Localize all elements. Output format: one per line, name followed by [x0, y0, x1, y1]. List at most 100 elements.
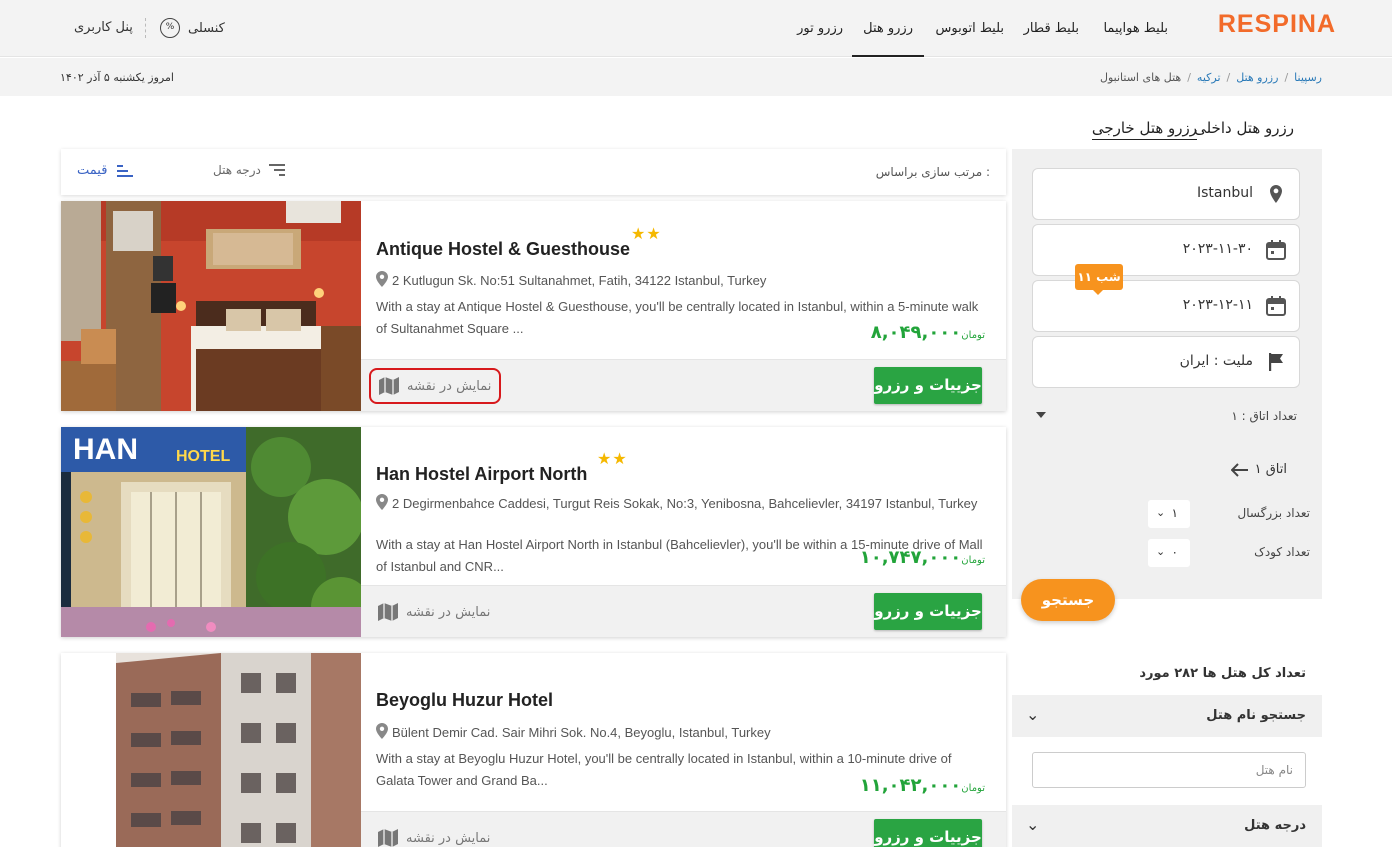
details-and-book-button[interactable]: جزییات و رزرو	[874, 819, 982, 847]
hotel-info: Beyoglu Huzur Hotel Bülent Demir Cad. Sa…	[361, 653, 1006, 811]
hotel-room-image	[61, 201, 361, 411]
hotel-name[interactable]: Beyoglu Huzur Hotel	[376, 690, 553, 711]
arrow-left-icon	[1230, 462, 1248, 477]
breadcrumb-home[interactable]: رسپینا	[1294, 71, 1322, 84]
price-value: ۱۱,۰۴۲,۰۰۰	[859, 775, 962, 796]
details-and-book-button[interactable]: جزییات و رزرو	[874, 593, 982, 630]
hotel-card: Antique Hostel & Guesthouse ★★ 2 Kutlugu…	[61, 201, 1006, 411]
nationality-field[interactable]: ملیت : ایران	[1032, 336, 1300, 388]
hotel-card-footer: نمایش در نقشه جزییات و رزرو	[361, 359, 1006, 411]
filter-hotel-name-title: جستجو نام هتل	[1206, 708, 1306, 723]
destination-field[interactable]: Istanbul	[1032, 168, 1300, 220]
hotel-info: Antique Hostel & Guesthouse ★★ 2 Kutlugu…	[361, 201, 1006, 359]
room-1-label: اتاق ۱	[1254, 462, 1287, 477]
respina-logo[interactable]: RESPINA	[1218, 10, 1336, 39]
hotel-address: Bülent Demir Cad. Sair Mihri Sok. No.4, …	[376, 723, 990, 742]
user-panel-link[interactable]: پنل کاربری	[74, 20, 133, 35]
hotel-address-text: 2 Kutlugun Sk. No:51 Sultanahmet, Fatih,…	[392, 273, 767, 288]
tab-domestic-hotel[interactable]: رزرو هتل داخلی	[1194, 119, 1294, 137]
breadcrumb-current: هتل های استانبول	[1099, 71, 1182, 84]
map-icon	[378, 603, 398, 621]
location-pin-icon	[376, 723, 388, 739]
cancellation-label: کنسلی	[188, 20, 225, 36]
sort-label: مرتب سازی براساس :	[875, 165, 990, 179]
show-on-map-button[interactable]: نمایش در نقشه	[378, 820, 490, 847]
checkout-date-value: ۲۰۲۳-۱۲-۱۱	[1182, 297, 1253, 313]
checkin-date-value: ۲۰۲۳-۱۱-۳۰	[1182, 241, 1253, 257]
nationality-value: ملیت : ایران	[1179, 353, 1253, 369]
show-on-map-button[interactable]: نمایش در نقشه	[369, 368, 502, 404]
hotel-card-footer: نمایش در نقشه جزییات و رزرو	[361, 811, 1006, 847]
nav-bus[interactable]: بلیط اتوبوس	[936, 0, 1004, 57]
children-select[interactable]: ۰ ⌄	[1148, 539, 1190, 567]
hotel-price: تومان۸,۰۴۹,۰۰۰	[871, 322, 991, 343]
nights-badge: ۱۱ شب	[1075, 264, 1123, 295]
search-panel: Istanbul ۲۰۲۳-۱۱-۳۰ ۲۰۲۳-۱۲-۱۱ ملیت : ای…	[1012, 149, 1322, 599]
map-icon	[379, 377, 399, 395]
price-currency: تومان	[961, 330, 985, 341]
tab-foreign-hotel[interactable]: رزرو هتل خارجی	[1091, 119, 1197, 140]
hotel-card: Beyoglu Huzur Hotel Bülent Demir Cad. Sa…	[61, 653, 1006, 847]
adults-value: ۱	[1171, 506, 1178, 520]
show-on-map-button[interactable]: نمایش در نقشه	[378, 594, 490, 630]
hotel-address: 2 Kutlugun Sk. No:51 Sultanahmet, Fatih,…	[376, 271, 990, 290]
hotel-info: Han Hostel Airport North ★★ 2 Degirmenba…	[361, 427, 1006, 585]
caret-down-icon[interactable]	[1036, 412, 1046, 418]
map-icon	[378, 829, 398, 847]
chevron-down-icon: ⌄	[1026, 705, 1040, 724]
flag-icon	[1269, 353, 1283, 371]
hotel-entrance-image: HAN HOTEL	[61, 427, 361, 637]
checkout-date-field[interactable]: ۲۰۲۳-۱۲-۱۱	[1032, 280, 1300, 332]
nav-hotel[interactable]: رزرو هتل	[852, 0, 924, 57]
checkin-date-field[interactable]: ۲۰۲۳-۱۱-۳۰	[1032, 224, 1300, 276]
nav-flight[interactable]: بلیط هواپیما	[1103, 0, 1168, 57]
hotel-photo[interactable]: HAN HOTEL	[61, 427, 361, 637]
calendar-icon	[1266, 240, 1286, 260]
breadcrumb-hotel[interactable]: رزرو هتل	[1236, 71, 1278, 84]
sort-icon	[268, 164, 285, 176]
hotel-building-image	[61, 653, 361, 847]
hotel-address: 2 Degirmenbahce Caddesi, Turgut Reis Sok…	[376, 494, 990, 513]
location-pin-icon	[376, 271, 388, 287]
search-button[interactable]: جستجو	[1021, 579, 1115, 621]
location-pin-icon	[376, 494, 388, 510]
cancellation-link[interactable]: % کنسلی	[160, 18, 225, 38]
adults-select[interactable]: ۱ ⌄	[1148, 500, 1190, 528]
sort-by-grade[interactable]: درجه هتل	[213, 163, 285, 177]
hotel-name[interactable]: Antique Hostel & Guesthouse	[376, 239, 630, 260]
filter-hotel-grade-title: درجه هتل	[1244, 818, 1306, 833]
children-label: تعداد کودک	[1254, 545, 1310, 559]
chevron-down-icon: ⌄	[1156, 545, 1166, 558]
details-and-book-button[interactable]: جزییات و رزرو	[874, 367, 982, 404]
chevron-down-icon: ⌄	[1156, 506, 1166, 519]
hotel-stars: ★★	[631, 224, 662, 243]
children-value: ۰	[1171, 545, 1178, 559]
nav-tour[interactable]: رزرو تور	[797, 0, 843, 57]
show-on-map-label: نمایش در نقشه	[406, 604, 491, 620]
price-currency: تومان	[961, 555, 985, 566]
rooms-count-select[interactable]: تعداد اتاق : ۱	[1231, 409, 1297, 423]
hotel-address-text: Bülent Demir Cad. Sair Mihri Sok. No.4, …	[392, 725, 771, 740]
show-on-map-label: نمایش در نقشه	[406, 830, 491, 846]
breadcrumb-turkey[interactable]: ترکیه	[1197, 71, 1221, 84]
han-sign: HAN	[73, 433, 138, 466]
price-value: ۱۰,۷۴۷,۰۰۰	[859, 547, 962, 568]
hotel-card: HAN HOTEL Han Hostel Airport North ★★ 2 …	[61, 427, 1006, 637]
hotel-sign: HOTEL	[176, 448, 230, 465]
sort-price-label: قیمت	[77, 163, 108, 178]
hotel-photo[interactable]	[61, 201, 361, 411]
hotel-name[interactable]: Han Hostel Airport North	[376, 464, 587, 485]
sort-by-price[interactable]: قیمت	[77, 163, 134, 178]
filter-hotel-grade-header[interactable]: درجه هتل ⌄	[1012, 805, 1322, 847]
room-1-header[interactable]: اتاق ۱	[1230, 462, 1287, 477]
hotel-name-input[interactable]	[1032, 752, 1306, 788]
price-currency: تومان	[961, 783, 985, 794]
filter-hotel-name-header[interactable]: جستجو نام هتل ⌄	[1012, 695, 1322, 737]
chevron-down-icon: ⌄	[1026, 815, 1040, 834]
nav-train[interactable]: بلیط قطار	[1024, 0, 1079, 57]
sort-grade-label: درجه هتل	[213, 163, 261, 177]
breadcrumb: رسپینا/رزرو هتل/ترکیه/هتل های استانبول	[1099, 71, 1322, 84]
calendar-icon	[1266, 296, 1286, 316]
percent-icon: %	[160, 18, 180, 38]
hotel-photo[interactable]	[61, 653, 361, 847]
